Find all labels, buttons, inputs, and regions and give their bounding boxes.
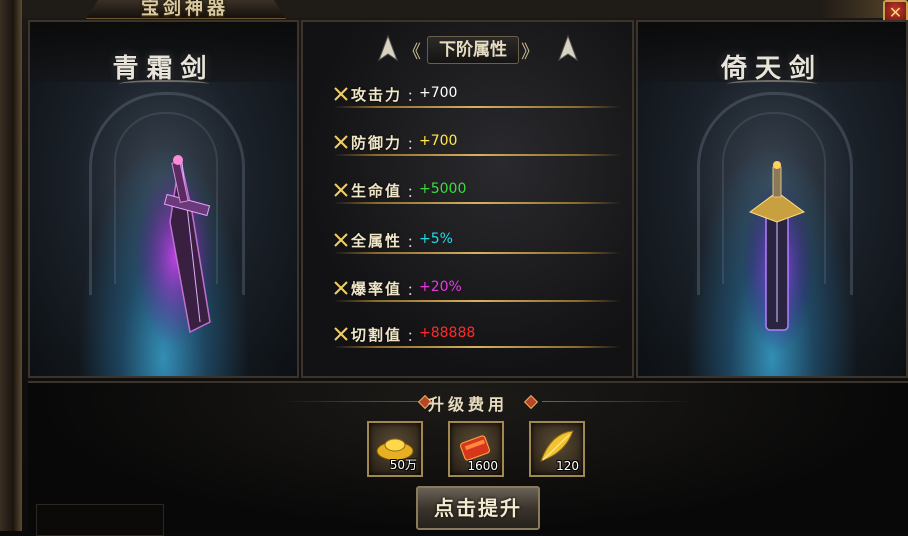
- attribute-row: 攻击力： +700: [333, 84, 621, 112]
- attribute-label: 攻击力: [351, 86, 403, 104]
- attribute-label: 生命值: [351, 182, 403, 200]
- crossed-swords-icon: [334, 183, 348, 197]
- spear-left-icon: [377, 34, 399, 62]
- cost-title: 升级费用: [427, 395, 508, 414]
- attribute-label: 防御力: [351, 134, 403, 152]
- empty-frame: [36, 504, 164, 536]
- upgrade-button[interactable]: 点击提升: [416, 486, 540, 530]
- item-count: 1600: [467, 459, 498, 473]
- attribute-label: 全属性: [351, 232, 403, 250]
- attribute-underline: [333, 154, 621, 156]
- item-count: 120: [556, 459, 579, 473]
- attributes-header: 《 下阶属性 》: [303, 34, 632, 64]
- attributes-title: 下阶属性: [427, 36, 519, 64]
- cost-item-scroll[interactable]: 1600: [448, 421, 504, 477]
- attribute-value: +700: [419, 133, 458, 149]
- spear-right-icon: [557, 34, 579, 62]
- attribute-label: 切割值: [351, 326, 403, 344]
- attribute-value: +5%: [419, 231, 453, 247]
- window-title: 宝剑神器: [141, 0, 229, 19]
- attribute-value: +20%: [419, 279, 462, 295]
- frame-left-ornament: [0, 0, 22, 531]
- purple-sword-icon: [135, 155, 215, 347]
- attribute-value: +700: [419, 85, 458, 101]
- crossed-swords-icon: [334, 233, 348, 247]
- attribute-row: 爆率值： +20%: [333, 278, 621, 306]
- attribute-underline: [333, 106, 621, 108]
- cost-item-gold[interactable]: 50万: [367, 421, 423, 477]
- frame-corner-ornament: [820, 0, 884, 18]
- current-sword-panel: 青霜剑: [28, 20, 299, 378]
- divider-right: [542, 401, 692, 402]
- crossed-swords-icon: [334, 327, 348, 341]
- attribute-row: 生命值： +5000: [333, 180, 621, 208]
- attribute-value: +88888: [419, 325, 476, 341]
- attribute-underline: [333, 252, 621, 254]
- chevron-right-icon: 》: [521, 42, 539, 63]
- attribute-underline: [333, 300, 621, 302]
- next-sword-panel: 倚天剑: [636, 20, 908, 378]
- attribute-row: 全属性： +5%: [333, 230, 621, 258]
- crossed-swords-icon: [334, 135, 348, 149]
- cost-item-feather[interactable]: 120: [529, 421, 585, 477]
- attribute-label: 爆率值: [351, 280, 403, 298]
- chevron-left-icon: 《: [403, 42, 421, 63]
- crossed-swords-icon: [334, 87, 348, 101]
- attribute-underline: [333, 202, 621, 204]
- attribute-value: +5000: [419, 181, 467, 197]
- item-count: 50万: [389, 458, 417, 472]
- next-tier-attributes-panel: 《 下阶属性 》 攻击力： +700 防御力： +700 生命值： +5000 全属性： +5…: [301, 20, 634, 378]
- upgrade-cost-section: 升级费用 50万 1600 120 点击提升: [28, 381, 908, 536]
- golden-purple-sword-icon: [742, 161, 814, 352]
- attribute-row: 防御力： +700: [333, 132, 621, 160]
- crossed-swords-icon: [334, 281, 348, 295]
- attribute-row: 切割值： +88888: [333, 324, 621, 352]
- attribute-underline: [333, 346, 621, 348]
